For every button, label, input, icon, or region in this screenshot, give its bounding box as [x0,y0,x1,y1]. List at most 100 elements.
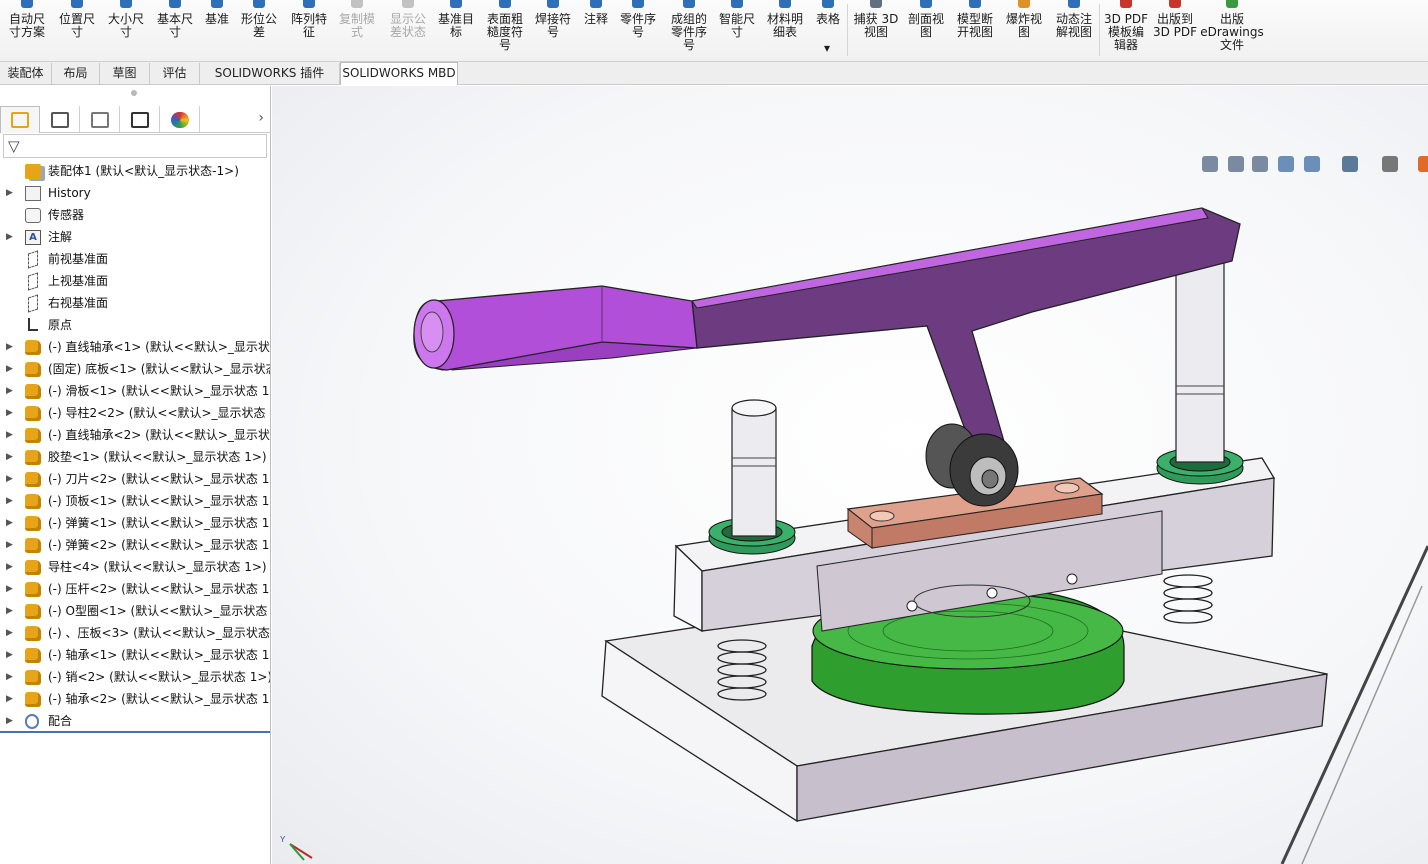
ribbon-button-pattern-feature[interactable]: 阵列特 征 [286,0,332,60]
tree-expander-icon[interactable]: ▶ [6,710,14,732]
ribbon-button-label: 显示公 差状态 [389,12,426,39]
tree-item[interactable]: ▶ 胶垫<1> (默认<<默认>_显示状态 1>) [0,446,270,468]
ribbon-button-section-view[interactable]: 剖面视 图 [902,0,950,60]
panel-tab-display-manager[interactable] [160,106,200,133]
table-dropdown-arrow[interactable]: ▾ [820,42,834,56]
tree-item[interactable]: ▶ (-) 导柱2<2> (默认<<默认>_显示状态 1 [0,402,270,424]
tab-2[interactable]: 草图 [100,63,150,84]
tree-expander-icon[interactable]: ▶ [6,446,14,468]
tree-expander-icon[interactable]: ▶ [6,468,14,490]
ribbon-button-capture-3d-view[interactable]: 捕获 3D 视图 [850,0,902,60]
spring-right[interactable] [1163,574,1213,624]
tree-expander-icon[interactable]: ▶ [6,402,14,424]
tree-item[interactable]: ▶ (-) 轴承<1> (默认<<默认>_显示状态 1> [0,644,270,666]
ribbon-button-stacked-balloon[interactable]: 成组的 零件序 号 [664,0,714,60]
tree-item[interactable]: ▶ 配合 [0,710,270,732]
tree-expander-icon[interactable]: ▶ [6,644,14,666]
ribbon-button-label: 3D PDF 模板编 辑器 [1103,12,1149,52]
ribbon-button-datum-target[interactable]: 基准目 标 [432,0,480,60]
ribbon-button-publish-3d-pdf[interactable]: 出版到 3D PDF [1152,0,1198,60]
press-handle-grip[interactable] [413,285,698,371]
ribbon-button-surface-finish[interactable]: 表面粗 糙度符 号 [482,0,528,60]
ribbon-button-location-dimension[interactable]: 位置尺 寸 [53,0,101,60]
tree-filter-bar[interactable]: ▽ [3,134,267,158]
ribbon-button-basic-dimension[interactable]: 基本尺 寸 [152,0,198,60]
tree-expander-icon[interactable]: ▶ [6,688,14,710]
tree-item[interactable]: ▶ History [0,182,270,204]
tree-item[interactable]: ▶ (-) 直线轴承<2> (默认<<默认>_显示状态 [0,424,270,446]
tree-item-label: 上视基准面 [48,274,109,288]
ribbon-button-copy-scheme[interactable]: 复制模 式 [334,0,380,60]
ribbon-button-edrawings[interactable]: 出版 eDrawings 文件 [1200,0,1264,60]
tree-item[interactable]: ▶ A 注解 [0,226,270,248]
tree-item[interactable]: ▶ (-) 轴承<2> (默认<<默认>_显示状态 1> [0,688,270,710]
panel-tab-property-manager[interactable] [40,106,80,133]
ribbon-button-balloon[interactable]: 零件序 号 [614,0,662,60]
tree-item[interactable]: 前视基准面 [0,248,270,270]
tree-expander-icon[interactable]: ▶ [6,512,14,534]
ribbon-button-label: 表面粗 糙度符 号 [486,12,523,52]
guide-post-left[interactable] [731,399,777,537]
ribbon-button-pdf-template-editor[interactable]: 3D PDF 模板编 辑器 [1102,0,1150,60]
tree-expander-icon[interactable]: ▶ [6,336,14,358]
tab-4[interactable]: SOLIDWORKS 插件 [200,63,340,84]
tree-expander-icon[interactable]: ▶ [6,490,14,512]
tree-expander-icon[interactable]: ▶ [6,622,14,644]
tree-item[interactable]: ▶ (-) 刀片<2> (默认<<默认>_显示状态 1> [0,468,270,490]
tree-item[interactable]: ▶ (-) O型圈<1> (默认<<默认>_显示状态 1 [0,600,270,622]
filter-icon[interactable]: ▽ [8,138,20,154]
ribbon-button-exploded-view[interactable]: 爆炸视 图 [1000,0,1048,60]
tree-item[interactable]: ▶ (固定) 底板<1> (默认<<默认>_显示状态 [0,358,270,380]
panel-tab-dimxpert-manager[interactable] [120,106,160,133]
tree-expander-icon[interactable]: ▶ [6,380,14,402]
panel-tab-configuration-manager[interactable] [80,106,120,133]
tree-item[interactable]: 传感器 [0,204,270,226]
tree-expander-icon[interactable]: ▶ [6,556,14,578]
tree-item[interactable]: ▶ (-) 顶板<1> (默认<<默认>_显示状态 1> [0,490,270,512]
tree-item[interactable]: ▶ (-) 销<2> (默认<<默认>_显示状态 1>) [0,666,270,688]
tree-item[interactable]: ▶ (-) 滑板<1> (默认<<默认>_显示状态 1> [0,380,270,402]
panel-grip-handle[interactable] [131,90,137,96]
tree-item[interactable]: ▶ (-) 弹簧<2> (默认<<默认>_显示状态 1> [0,534,270,556]
part-icon [25,450,41,465]
tree-item[interactable]: ▶ (-) 直线轴承<1> (默认<<默认>_显示状态 [0,336,270,358]
ribbon-button-tolerance-status[interactable]: 显示公 差状态 [384,0,432,60]
tab-1[interactable]: 布局 [52,63,100,84]
ribbon-button-size-dimension[interactable]: 大小尺 寸 [104,0,148,60]
tree-item[interactable]: 原点 [0,314,270,336]
tab-5[interactable]: SOLIDWORKS MBD [340,62,458,85]
tree-expander-icon[interactable]: ▶ [6,424,14,446]
tree-expander-icon[interactable]: ▶ [6,534,14,556]
tree-expander-icon[interactable]: ▶ [6,578,14,600]
tree-expander-icon[interactable]: ▶ [6,358,14,380]
tree-expander-icon[interactable]: ▶ [6,666,14,688]
assembly-model[interactable] [272,86,1428,864]
tree-item[interactable]: ▶ (-) 弹簧<1> (默认<<默认>_显示状态 1> [0,512,270,534]
ribbon-button-weld-symbol[interactable]: 焊接符 号 [530,0,576,60]
tree-item[interactable]: 上视基准面 [0,270,270,292]
ribbon-button-bom[interactable]: 材料明 细表 [762,0,808,60]
ribbon-button-dynamic-annotation-view[interactable]: 动态注 解视图 [1050,0,1098,60]
ribbon-button-smart-dimension[interactable]: 智能尺 寸 [714,0,760,60]
ribbon-button-note[interactable]: 注释 [579,0,613,60]
tree-item[interactable]: ▶ 导柱<4> (默认<<默认>_显示状态 1>) [0,556,270,578]
panel-tab-feature-manager[interactable] [0,106,40,133]
ribbon-button-datum[interactable]: 基准 [200,0,234,60]
tree-item[interactable]: ▶ (-) 压杆<2> (默认<<默认>_显示状态 1> [0,578,270,600]
ribbon-button-geometric-tolerance[interactable]: 形位公 差 [236,0,282,60]
tree-item[interactable]: 装配体1 (默认<默认_显示状态-1>) [0,160,270,182]
tree-item-label: 装配体1 (默认<默认_显示状态-1>) [48,164,239,178]
tree-expander-icon[interactable]: ▶ [6,600,14,622]
datum-target-icon [447,0,465,10]
ribbon-button-model-break-view[interactable]: 模型断 开视图 [950,0,1000,60]
tree-expander-icon[interactable]: ▶ [6,182,14,204]
tree-expander-icon[interactable]: ▶ [6,226,14,248]
panel-more-chevron[interactable]: › [258,110,264,126]
tree-item[interactable]: ▶ (-) 、压板<3> (默认<<默认>_显示状态 1 [0,622,270,644]
tab-3[interactable]: 评估 [150,63,200,84]
tree-item[interactable]: 右视基准面 [0,292,270,314]
ribbon-button-auto-dimension[interactable]: 自动尺 寸方案 [2,0,52,60]
tab-0[interactable]: 装配体 [0,63,52,84]
roller-bearing[interactable] [925,423,1019,507]
graphics-area[interactable]: Y [272,86,1428,864]
